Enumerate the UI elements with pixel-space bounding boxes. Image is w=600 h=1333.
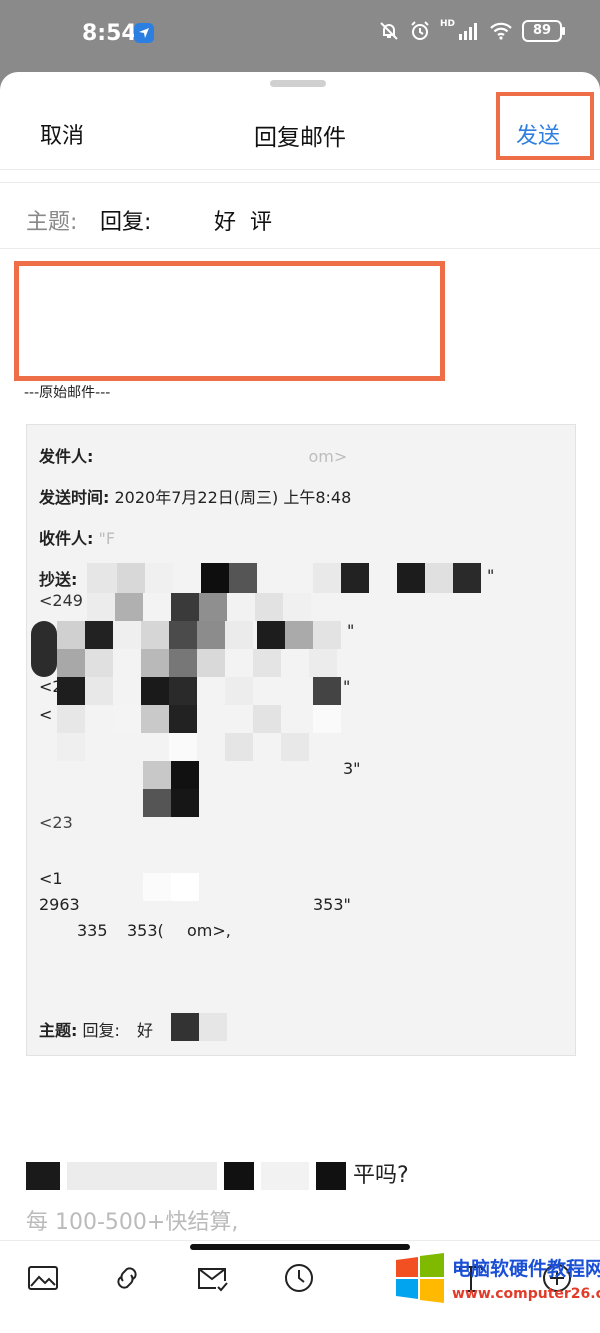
nav-bar: 取消 回复邮件 发送	[0, 90, 600, 170]
wifi-icon	[490, 22, 512, 40]
redacted-mosaic	[261, 1162, 309, 1190]
quoted-from-value: om>	[308, 447, 348, 466]
cc-fragment: "	[347, 621, 355, 640]
mail-check-icon[interactable]	[196, 1261, 230, 1295]
send-button[interactable]: 发送	[516, 118, 560, 150]
cc-fragment: <23	[39, 813, 73, 832]
clock-icon[interactable]	[282, 1261, 316, 1295]
original-mail-separator: ---原始邮件---	[24, 385, 111, 401]
quoted-subject-text: 好	[137, 1021, 154, 1040]
watermark-text: 电脑软硬件教程网	[452, 1258, 600, 1280]
subject-prefix: 回复:	[100, 210, 152, 235]
signal-icon	[459, 23, 477, 40]
bottom-text-line: 平吗?	[26, 1157, 409, 1190]
quoted-from: 发件人: om>	[39, 443, 347, 467]
link-icon[interactable]	[110, 1261, 144, 1295]
status-time: 8:54	[82, 21, 137, 46]
drag-handle[interactable]	[270, 80, 326, 87]
quoted-from-label: 发件人:	[39, 447, 94, 466]
cc-fragment: 353"	[313, 895, 351, 914]
divider	[0, 248, 600, 249]
bottom-text-tail: 平吗?	[353, 1163, 409, 1188]
cc-fragment: "	[487, 566, 495, 585]
quoted-original-mail: 发件人: om> 发送时间: 2020年7月22日(周三) 上午8:48 收件人…	[26, 424, 576, 1056]
quoted-subject: 主题: 回复: 好	[39, 1017, 153, 1041]
cc-fragment: 2963	[39, 895, 80, 914]
quoted-subject-prefix: 回复:	[82, 1021, 120, 1040]
cc-fragment: "	[343, 677, 351, 696]
status-bar: 8:54 HD 89	[0, 0, 600, 70]
windows-logo-icon	[396, 1253, 444, 1303]
site-watermark: 电脑软硬件教程网 www.computer26.com	[394, 1252, 600, 1328]
redacted-mosaic	[26, 1162, 60, 1190]
cc-fragment: 335	[77, 921, 108, 940]
mute-bell-icon	[380, 22, 398, 40]
redacted-mosaic	[199, 1013, 227, 1041]
redacted-mosaic	[171, 1013, 199, 1041]
quoted-to: 收件人: "F	[39, 525, 115, 549]
quoted-sent-label: 发送时间:	[39, 488, 110, 507]
redacted-mosaic	[224, 1162, 254, 1190]
divider	[0, 182, 600, 183]
cc-fragment: <249	[39, 591, 83, 610]
quoted-subject-label: 主题:	[39, 1021, 78, 1040]
status-icons: HD 89	[378, 19, 565, 42]
reply-body-input[interactable]	[14, 261, 445, 381]
image-icon[interactable]	[26, 1261, 60, 1295]
send-highlight-box: 发送	[496, 92, 594, 160]
bottom-text-line: 每 100-500+快结算,	[26, 1210, 239, 1235]
redacted-mosaic	[67, 1162, 217, 1190]
quoted-sent-time: 发送时间: 2020年7月22日(周三) 上午8:48	[39, 484, 351, 508]
home-indicator[interactable]	[190, 1244, 410, 1250]
reply-mail-sheet: 取消 回复邮件 发送 主题: 回复: 好评 ---原始邮件--- 发件人: om…	[0, 72, 600, 1333]
cc-fragment: <	[39, 705, 53, 724]
watermark-url: www.computer26.com	[452, 1286, 600, 1302]
hd-label: HD	[439, 19, 455, 29]
cc-fragment: <1	[39, 869, 63, 888]
subject-label: 主题:	[26, 210, 78, 235]
quoted-to-value: "F	[98, 529, 116, 548]
quoted-cc-label: 抄送:	[39, 570, 78, 589]
divider	[0, 169, 600, 170]
location-icon	[134, 23, 154, 43]
subject-text: 好评	[214, 210, 287, 235]
alarm-icon	[411, 21, 429, 40]
quoted-to-label: 收件人:	[39, 529, 94, 548]
quoted-sent-value: 2020年7月22日(周三) 上午8:48	[114, 488, 352, 507]
battery-indicator: 89	[522, 20, 565, 42]
redacted-mosaic	[316, 1162, 346, 1190]
cc-fragment: 353(	[127, 921, 164, 940]
quoted-cc: 抄送:	[39, 566, 77, 590]
cc-fragment: 3"	[343, 759, 361, 778]
subject-field[interactable]: 主题: 回复: 好评	[0, 184, 600, 248]
cc-fragment: om>,	[187, 921, 231, 940]
